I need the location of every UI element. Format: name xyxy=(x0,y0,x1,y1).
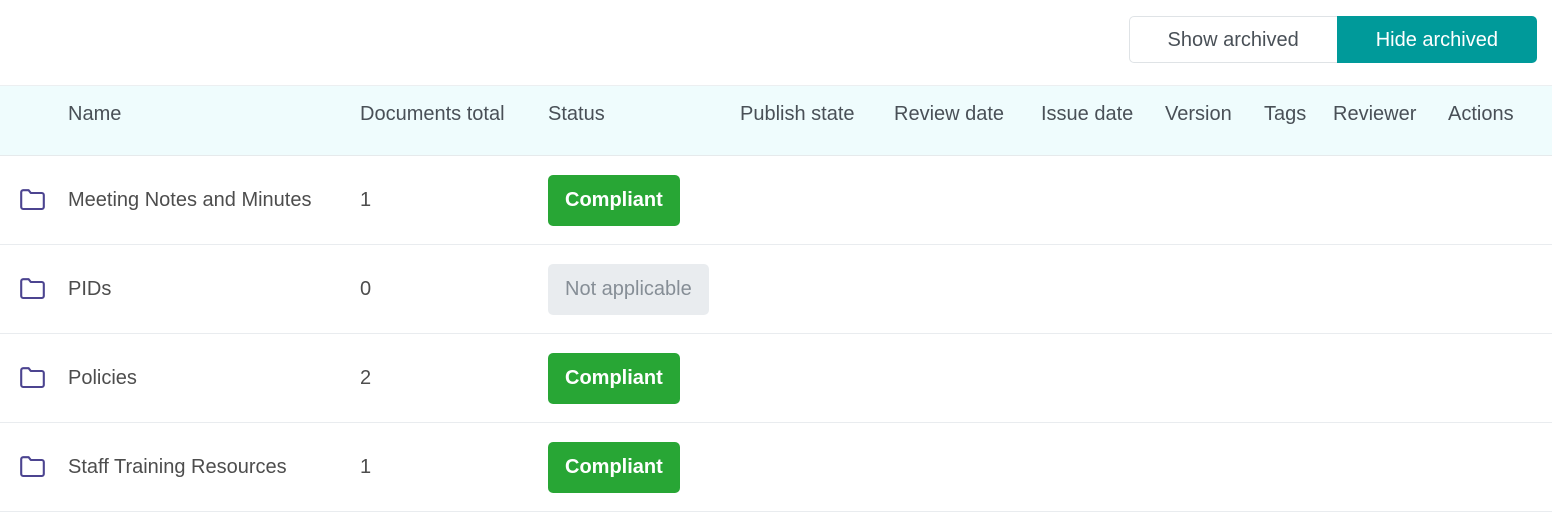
row-tags xyxy=(1264,156,1326,244)
row-publish-state xyxy=(740,156,888,244)
row-review-date xyxy=(894,423,1034,511)
table-header-row: Name Documents total Status Publish stat… xyxy=(0,85,1552,156)
hide-archived-button[interactable]: Hide archived xyxy=(1336,16,1537,63)
row-tags xyxy=(1264,334,1326,422)
folder-icon xyxy=(20,423,60,511)
column-header-publish-state[interactable]: Publish state xyxy=(740,86,888,155)
row-review-date xyxy=(894,334,1034,422)
row-version xyxy=(1165,334,1255,422)
row-actions[interactable] xyxy=(1448,423,1538,511)
column-header-actions: Actions xyxy=(1448,103,1514,125)
row-tags xyxy=(1264,245,1326,333)
row-review-date xyxy=(894,245,1034,333)
row-name[interactable]: PIDs xyxy=(68,245,353,333)
folder-icon xyxy=(20,334,60,422)
row-status: Not applicable xyxy=(548,245,733,333)
show-archived-button[interactable]: Show archived xyxy=(1128,16,1337,63)
table-row[interactable]: Meeting Notes and Minutes 1 Compliant xyxy=(0,156,1552,245)
row-name[interactable]: Policies xyxy=(68,334,353,422)
column-header-version[interactable]: Version xyxy=(1165,86,1255,155)
column-header-documents-total[interactable]: Documents total xyxy=(360,86,540,155)
folders-table: Name Documents total Status Publish stat… xyxy=(0,85,1552,512)
row-actions[interactable] xyxy=(1448,334,1538,422)
row-status: Compliant xyxy=(548,334,733,422)
row-documents-total: 1 xyxy=(360,188,372,211)
top-toolbar: Show archived Hide archived xyxy=(0,0,1552,85)
row-reviewer xyxy=(1333,156,1441,244)
row-documents-total: 2 xyxy=(360,366,372,389)
column-header-review-date[interactable]: Review date xyxy=(894,86,1034,155)
table-row[interactable]: PIDs 0 Not applicable xyxy=(0,245,1552,334)
folder-icon xyxy=(20,156,60,244)
table-row[interactable]: Staff Training Resources 1 Compliant xyxy=(0,423,1552,512)
column-header-status[interactable]: Status xyxy=(548,86,733,155)
row-review-date xyxy=(894,156,1034,244)
status-badge: Compliant xyxy=(548,174,680,226)
row-publish-state xyxy=(740,334,888,422)
table-row[interactable]: Policies 2 Compliant xyxy=(0,334,1552,423)
column-header-issue-date[interactable]: Issue date xyxy=(1041,86,1158,155)
column-header-tags[interactable]: Tags xyxy=(1264,86,1326,155)
row-issue-date xyxy=(1041,423,1158,511)
row-status: Compliant xyxy=(548,156,733,244)
row-issue-date xyxy=(1041,156,1158,244)
archived-filter-button-group: Show archived Hide archived xyxy=(1128,16,1537,63)
row-reviewer xyxy=(1333,245,1441,333)
row-version xyxy=(1165,245,1255,333)
row-version xyxy=(1165,156,1255,244)
row-publish-state xyxy=(740,423,888,511)
status-badge: Compliant xyxy=(548,352,680,404)
column-header-name[interactable]: Name xyxy=(68,86,353,155)
row-version xyxy=(1165,423,1255,511)
row-publish-state xyxy=(740,245,888,333)
row-issue-date xyxy=(1041,245,1158,333)
row-actions[interactable] xyxy=(1448,245,1538,333)
row-reviewer xyxy=(1333,334,1441,422)
status-badge: Not applicable xyxy=(548,263,709,315)
row-issue-date xyxy=(1041,334,1158,422)
row-name[interactable]: Staff Training Resources xyxy=(68,423,353,511)
status-badge: Compliant xyxy=(548,441,680,493)
row-reviewer xyxy=(1333,423,1441,511)
folder-icon xyxy=(20,245,60,333)
row-name[interactable]: Meeting Notes and Minutes xyxy=(68,156,353,244)
row-actions[interactable] xyxy=(1448,156,1538,244)
row-documents-total: 0 xyxy=(360,277,372,300)
row-documents-total: 1 xyxy=(360,455,372,478)
row-tags xyxy=(1264,423,1326,511)
row-status: Compliant xyxy=(548,423,733,511)
column-header-reviewer[interactable]: Reviewer xyxy=(1333,86,1441,155)
